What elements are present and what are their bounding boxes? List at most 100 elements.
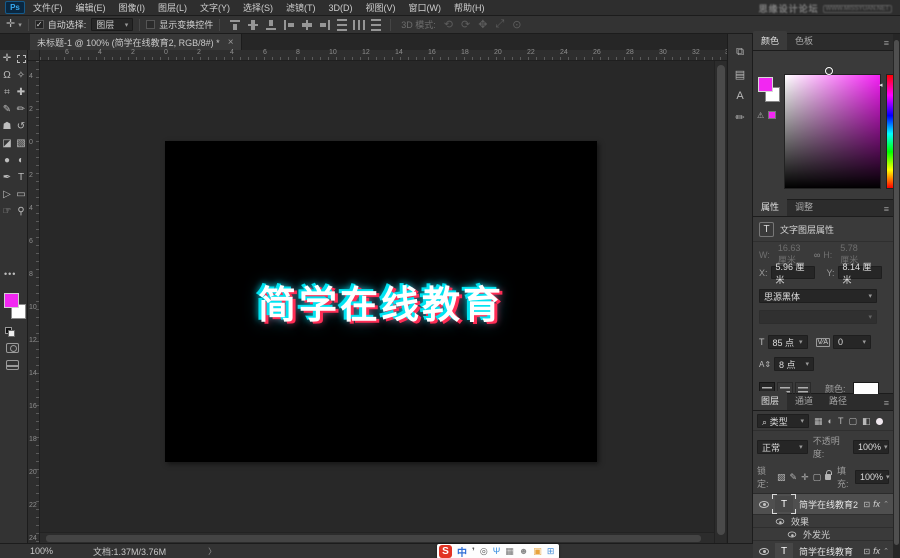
- hand-tool[interactable]: ☞: [1, 206, 14, 217]
- swatches-panel-icon[interactable]: ▤: [735, 68, 745, 81]
- lock-all-icon[interactable]: [825, 470, 832, 480]
- y-field[interactable]: 8.14 厘米: [837, 262, 882, 285]
- tab-close-icon[interactable]: ×: [228, 37, 234, 48]
- foreground-color-swatch[interactable]: [4, 293, 19, 308]
- dodge-tool[interactable]: ◐: [15, 155, 28, 166]
- tab-layers[interactable]: 图层: [753, 391, 788, 410]
- filter-type-icon[interactable]: T: [838, 416, 844, 426]
- panel-scrollbar[interactable]: [893, 34, 900, 558]
- move-tool-icon[interactable]: ✛: [6, 19, 15, 30]
- panel-menu-icon[interactable]: ≡: [884, 398, 889, 408]
- align-left-icon[interactable]: [283, 19, 295, 31]
- canvas-area[interactable]: 简学在线教育: [40, 61, 727, 543]
- align-hcenter-icon[interactable]: [301, 19, 313, 31]
- brush-panel-icon[interactable]: ✏: [735, 111, 744, 124]
- layer-name[interactable]: 简学在线教育: [799, 545, 853, 558]
- quick-select-tool[interactable]: ✧: [15, 70, 28, 81]
- lock-artboard-icon[interactable]: ▢: [813, 472, 822, 483]
- zoom-tool[interactable]: ⚲: [15, 206, 28, 217]
- history-brush-tool[interactable]: ↺: [15, 121, 28, 132]
- leading-dropdown[interactable]: 8 点 ▾: [774, 357, 815, 371]
- auto-select-checkbox[interactable]: ✓: [34, 20, 44, 29]
- blend-mode-dropdown[interactable]: 正常 ▾: [757, 440, 808, 454]
- healing-brush-tool[interactable]: ✚: [15, 87, 28, 98]
- document-tab[interactable]: 未标题-1 @ 100% (简学在线教育2, RGB/8#) * ×: [30, 34, 242, 50]
- tracking-dropdown[interactable]: 0 ▾: [833, 335, 872, 349]
- show-transform-checkbox[interactable]: [146, 20, 156, 29]
- tab-properties[interactable]: 属性: [753, 197, 788, 216]
- ime-mode-icon[interactable]: 中: [457, 544, 467, 558]
- quick-mask-button[interactable]: [6, 343, 19, 353]
- tab-channels[interactable]: 通道: [787, 391, 821, 410]
- font-family-dropdown[interactable]: 思源黑体 ▾: [759, 289, 877, 303]
- more-tools-button[interactable]: •••: [4, 269, 16, 279]
- menu-item-9[interactable]: 窗口(W): [409, 1, 442, 14]
- marquee-tool[interactable]: [15, 53, 28, 64]
- menu-item-8[interactable]: 视图(V): [366, 1, 396, 14]
- status-options-arrow[interactable]: 〉: [208, 546, 216, 557]
- menu-item-6[interactable]: 滤镜(T): [286, 1, 316, 14]
- zoom-level-field[interactable]: 100%: [30, 546, 53, 556]
- shape-tool[interactable]: ▭: [15, 189, 28, 200]
- opacity-dropdown[interactable]: 100% ▾: [853, 440, 889, 454]
- gamut-warning-icon[interactable]: ⚠: [757, 111, 764, 120]
- layer-name[interactable]: 简学在线教育2: [799, 498, 858, 511]
- tab-adjustments[interactable]: 调整: [787, 197, 821, 216]
- visibility-eye-icon[interactable]: [787, 531, 797, 537]
- filter-shape-icon[interactable]: ▢: [848, 416, 857, 427]
- align-vcenter-icon[interactable]: [247, 19, 259, 31]
- font-size-dropdown[interactable]: 85 点 ▾: [767, 335, 808, 349]
- panel-menu-icon[interactable]: ≡: [884, 38, 889, 48]
- pen-tool[interactable]: ✒: [1, 172, 14, 183]
- ime-target-icon[interactable]: ◎: [480, 547, 488, 556]
- fill-dropdown[interactable]: 100% ▾: [855, 470, 890, 484]
- hue-slider-marker[interactable]: ◂: [879, 81, 883, 89]
- layer-row[interactable]: T 简学在线教育 ⊡ fx ⌃: [753, 541, 893, 558]
- screen-mode-button[interactable]: [6, 360, 19, 370]
- filter-adjustment-icon[interactable]: ◐: [828, 416, 833, 426]
- align-top-icon[interactable]: [229, 19, 241, 31]
- font-style-dropdown[interactable]: ▾: [759, 310, 877, 324]
- tab-color[interactable]: 颜色: [753, 31, 788, 50]
- crop-tool[interactable]: ⌗: [1, 87, 14, 98]
- brush-tool[interactable]: ✏: [15, 104, 28, 115]
- horizontal-scrollbar-thumb[interactable]: [46, 535, 701, 542]
- lock-transparent-icon[interactable]: ▨: [777, 472, 786, 483]
- tab-paths[interactable]: 路径: [821, 391, 855, 410]
- horizontal-scrollbar[interactable]: [40, 532, 714, 543]
- collapse-caret-icon[interactable]: ⌃: [883, 547, 889, 555]
- 3d-roll-icon[interactable]: ⟳: [461, 18, 470, 31]
- fx-badge[interactable]: fx: [873, 499, 880, 509]
- 3d-rotate-icon[interactable]: ⟲: [444, 18, 453, 31]
- auto-select-dropdown[interactable]: 图层 ▾: [91, 18, 134, 31]
- visibility-eye-icon[interactable]: [759, 547, 769, 555]
- link-dimensions-icon[interactable]: ∞: [814, 250, 820, 260]
- menu-item-2[interactable]: 图像(I): [119, 1, 146, 14]
- 3d-drag-icon[interactable]: ✥: [478, 18, 487, 31]
- ime-symbol-icon[interactable]: ❜: [472, 547, 475, 556]
- menu-item-4[interactable]: 文字(Y): [200, 1, 230, 14]
- menu-item-10[interactable]: 帮助(H): [454, 1, 485, 14]
- filter-smart-icon[interactable]: ◧: [862, 416, 871, 427]
- sogou-logo-icon[interactable]: S: [439, 545, 452, 558]
- panel-menu-icon[interactable]: ≡: [884, 204, 889, 214]
- distribute-hcenter-icon[interactable]: [353, 19, 366, 30]
- lock-position-icon[interactable]: ✛: [801, 472, 809, 483]
- tab-swatches[interactable]: 色板: [787, 31, 821, 50]
- menu-item-7[interactable]: 3D(D): [329, 3, 353, 13]
- stamp-tool[interactable]: ☗: [1, 121, 14, 132]
- eraser-tool[interactable]: ◪: [1, 138, 14, 149]
- character-panel-icon[interactable]: A: [736, 90, 743, 102]
- visibility-eye-icon[interactable]: [775, 518, 785, 524]
- vertical-scrollbar-thumb[interactable]: [717, 65, 725, 535]
- filter-pixel-icon[interactable]: ▦: [814, 416, 823, 427]
- ime-grid-icon[interactable]: ⊞: [547, 547, 555, 556]
- ime-mic-icon[interactable]: Ψ: [493, 547, 501, 556]
- filter-pin-icon[interactable]: [876, 417, 884, 425]
- menu-item-1[interactable]: 编辑(E): [76, 1, 106, 14]
- gradient-tool[interactable]: ▧: [15, 138, 28, 149]
- effects-row[interactable]: 效果: [753, 515, 893, 528]
- visibility-eye-icon[interactable]: [759, 500, 769, 508]
- collapse-caret-icon[interactable]: ⌃: [883, 500, 889, 508]
- outer-glow-row[interactable]: 外发光: [753, 528, 893, 541]
